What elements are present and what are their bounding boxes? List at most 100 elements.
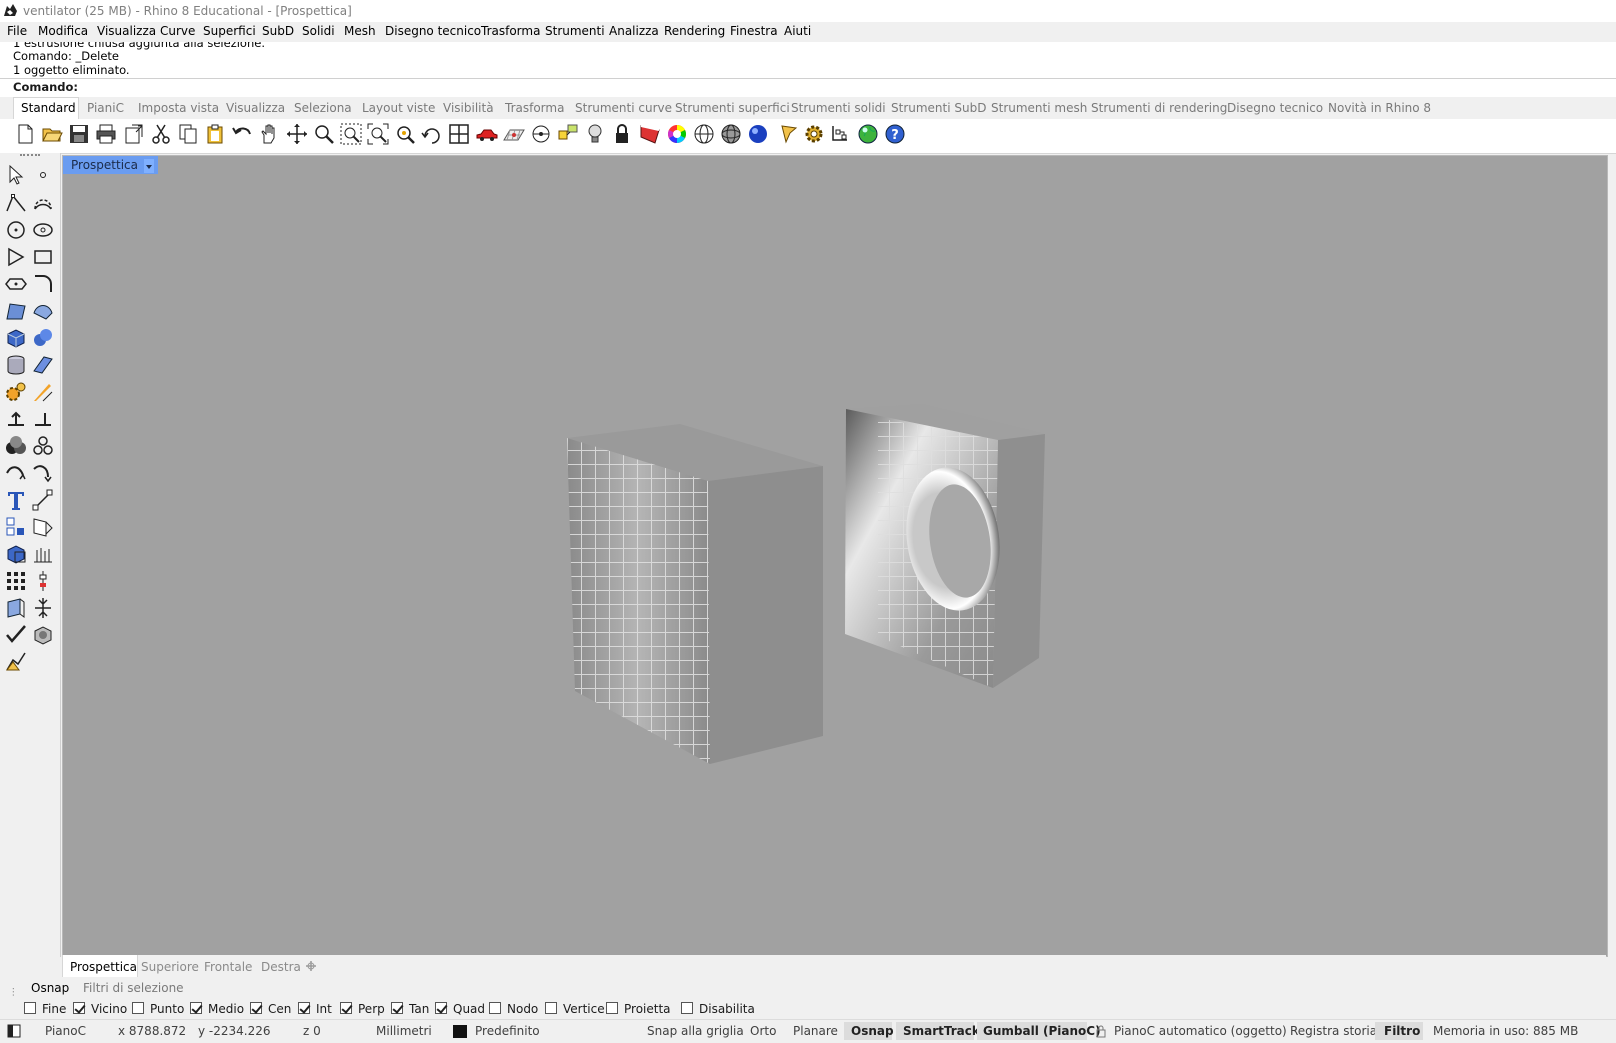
tab-layout-viste[interactable]: Layout viste [362,101,435,115]
move-icon[interactable] [31,488,55,512]
dot-grid-icon[interactable] [4,569,28,593]
view-tab-prospettica[interactable]: Prospettica [70,960,137,974]
menu-finestra[interactable]: Finestra [730,24,778,38]
snap-grid-toggle[interactable]: Snap alla griglia [647,1024,744,1038]
tab-novita-rhino8[interactable]: Novità in Rhino 8 [1328,101,1431,115]
blend-curve-icon[interactable] [31,461,55,485]
osnap-cen-checkbox[interactable] [250,1002,262,1014]
analyze-solid-icon[interactable] [31,623,55,647]
zoom-icon[interactable] [312,122,336,146]
lock-icon[interactable] [1095,1024,1107,1038]
shaded-sphere-icon[interactable] [719,122,743,146]
scale-icon[interactable] [31,515,55,539]
menu-curve[interactable]: Curve [160,24,195,38]
units-label[interactable]: Millimetri [376,1024,432,1038]
osnap-perp-checkbox[interactable] [340,1002,352,1014]
tab-pianic[interactable]: PianiC [87,101,124,115]
tab-trasforma[interactable]: Trasforma [505,101,564,115]
ortho-toggle[interactable]: Orto [750,1024,776,1038]
open-icon[interactable] [40,122,64,146]
arc-icon[interactable] [4,245,28,269]
tab-visualizza[interactable]: Visualizza [226,101,285,115]
box-icon[interactable] [4,326,28,350]
menu-superfici[interactable]: Superfici [203,24,256,38]
save-icon[interactable] [67,122,91,146]
material-icon[interactable] [638,122,662,146]
undo-icon[interactable] [230,122,254,146]
osnap-int-checkbox[interactable] [298,1002,310,1014]
check-icon[interactable] [4,623,28,647]
color-wheel-icon[interactable] [665,122,689,146]
toolbar-grip[interactable] [20,154,40,158]
print-icon[interactable] [94,122,118,146]
command-history[interactable]: 1 estrusione chiusa aggiunta alla selezi… [0,42,1616,78]
pen-icon[interactable] [778,122,802,146]
tab-standard[interactable]: Standard [21,101,76,115]
layer-name[interactable]: Predefinito [475,1024,540,1038]
menu-analizza[interactable]: Analizza [609,24,659,38]
dimension-icon[interactable] [4,407,28,431]
curve-icon[interactable] [31,191,55,215]
export-icon[interactable] [122,122,146,146]
gumball-icon[interactable] [31,569,55,593]
view-tab-destra[interactable]: Destra [261,960,301,974]
menu-subd[interactable]: SubD [262,24,294,38]
render-light-icon[interactable] [31,380,55,404]
lock-icon[interactable] [610,122,634,146]
record-history-toggle[interactable]: Registra storia [1290,1024,1377,1038]
loft-surface-icon[interactable] [31,299,55,323]
rendered-sphere-icon[interactable] [746,122,770,146]
osnap-nodo-checkbox[interactable] [489,1002,501,1014]
cplane-name[interactable]: PianoC [45,1024,86,1038]
osnap-punto-checkbox[interactable] [132,1002,144,1014]
options-icon[interactable] [829,122,853,146]
tab-strumenti-subd[interactable]: Strumenti SubD [891,101,986,115]
wireframe-sphere-icon[interactable] [692,122,716,146]
offset-curve-icon[interactable] [4,461,28,485]
zoom-extents-icon[interactable] [366,122,390,146]
fillet-curve-icon[interactable] [31,272,55,296]
split-icon[interactable] [31,596,55,620]
layers-icon[interactable] [556,122,580,146]
menu-disegno-tecnico[interactable]: Disegno tecnico [385,24,481,38]
menu-rendering[interactable]: Rendering [664,24,725,38]
leader-icon[interactable] [31,407,55,431]
tab-strumenti-mesh[interactable]: Strumenti mesh [991,101,1087,115]
help-icon[interactable]: ? [883,122,907,146]
circle-icon[interactable] [4,218,28,242]
tab-strumenti-curve[interactable]: Strumenti curve [575,101,672,115]
polygon-icon[interactable] [4,272,28,296]
tab-strumenti-solidi[interactable]: Strumenti solidi [791,101,886,115]
circle-snap-icon[interactable] [529,122,553,146]
text-icon[interactable] [4,488,28,512]
rotate-icon[interactable] [420,122,444,146]
array-icon[interactable] [4,515,28,539]
menu-visualizza[interactable]: Visualizza [97,24,156,38]
osnap-toggle[interactable]: Osnap [851,1024,894,1038]
right-fan-block[interactable] [845,404,1045,688]
unroll-icon[interactable] [4,596,28,620]
tab-imposta-vista[interactable]: Imposta vista [138,101,219,115]
four-viewports-icon[interactable] [447,122,471,146]
menu-solidi[interactable]: Solidi [302,24,335,38]
smarttrack-toggle[interactable]: SmartTrack [903,1024,980,1038]
left-grille-block[interactable] [567,424,823,764]
osnap-proietta-checkbox[interactable] [606,1002,618,1014]
tab-disegno-tecnico[interactable]: Disegno tecnico [1227,101,1323,115]
contour-icon[interactable] [31,542,55,566]
rectangle-icon[interactable] [31,245,55,269]
menu-modifica[interactable]: Modifica [38,24,88,38]
view-tab-superiore[interactable]: Superiore [141,960,199,974]
zoom-selected-icon[interactable] [393,122,417,146]
tab-visibilita[interactable]: Visibilità [443,101,494,115]
surface-points-icon[interactable] [4,299,28,323]
drafting-icon[interactable] [4,650,28,674]
pan-hand-icon[interactable] [257,122,281,146]
grid-icon[interactable] [502,122,526,146]
light-bulb-icon[interactable] [583,122,607,146]
ellipse-icon[interactable] [31,218,55,242]
menu-mesh[interactable]: Mesh [344,24,376,38]
tab-seleziona[interactable]: Seleziona [294,101,352,115]
osnap-medio-checkbox[interactable] [190,1002,202,1014]
boolean-union-icon[interactable] [31,326,55,350]
